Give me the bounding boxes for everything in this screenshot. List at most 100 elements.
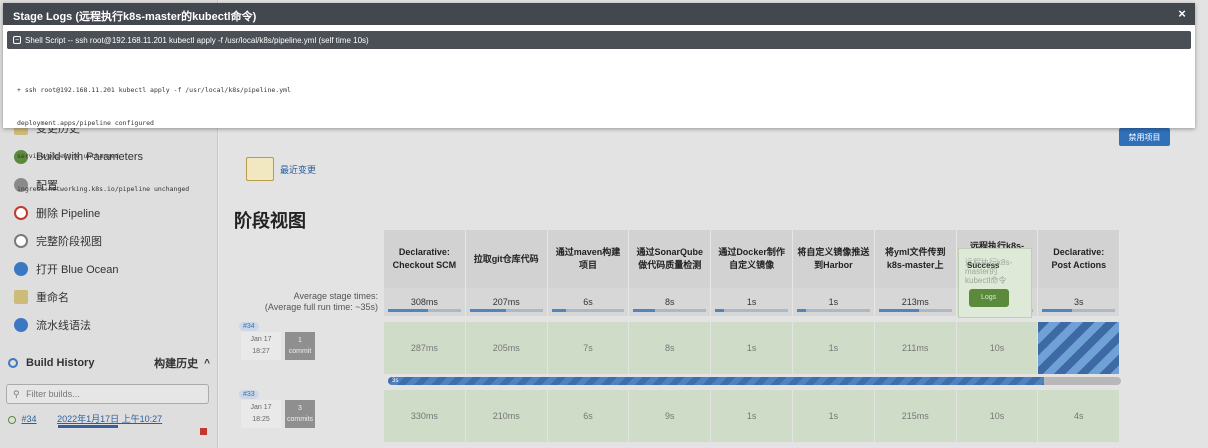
stage-average-time: 1s xyxy=(711,288,793,316)
build-status-icon xyxy=(8,415,16,424)
stage-cell[interactable]: 10s xyxy=(956,390,1039,442)
avg-time-bar xyxy=(388,309,461,312)
avg-time-value: 213ms xyxy=(901,297,929,307)
build-history-header: Build History 构建历史 ^ xyxy=(8,352,210,374)
stage-cell[interactable]: 7s xyxy=(547,322,630,374)
avg-time-bar xyxy=(633,309,707,312)
stage-cell[interactable]: 211ms xyxy=(874,322,957,374)
stage-cell[interactable] xyxy=(1038,322,1121,374)
sidebar-item-label: 完整阶段视图 xyxy=(36,236,102,248)
stage-header: Declarative: Checkout SCM xyxy=(384,230,466,288)
close-icon[interactable]: × xyxy=(1175,7,1189,21)
commit-label: commit xyxy=(288,348,312,355)
stage-logs-modal: Stage Logs (远程执行k8s-master的kubectl命令) × … xyxy=(3,3,1195,193)
avg-time-bar xyxy=(551,309,625,312)
commits-badge[interactable]: 1 commit xyxy=(285,332,315,360)
build-month-day: Jan 17 xyxy=(250,404,272,411)
log-line: deployment.apps/pipeline configured xyxy=(17,119,154,127)
avg-time-value: 308ms xyxy=(410,297,438,307)
stage-cell[interactable]: 1s xyxy=(711,390,793,442)
avg-time-bar xyxy=(878,309,952,312)
stage-cell[interactable]: 1s xyxy=(793,322,875,374)
shell-script-step[interactable]: − Shell Script -- ssh root@192.168.11.20… xyxy=(7,31,1191,49)
stage-cell[interactable]: 10s xyxy=(956,322,1039,374)
history-icon xyxy=(8,358,18,368)
stage-cell[interactable]: 287ms xyxy=(384,322,466,374)
stage-average-time: 1s xyxy=(793,288,875,316)
stage-average-time: 6s xyxy=(547,288,630,316)
build-tag[interactable]: #33 Jan 17 18:25 3 commits xyxy=(239,390,315,430)
avg-label-line1: Average stage times: xyxy=(293,291,378,301)
stage-cell[interactable]: 1s xyxy=(711,322,793,374)
filter-placeholder: Filter builds... xyxy=(26,389,80,399)
console-log: + ssh root@192.168.11.201 kubectl apply … xyxy=(17,63,291,217)
chevron-up-icon[interactable]: ^ xyxy=(204,358,210,369)
commit-count: 3 xyxy=(298,405,302,412)
stage-average-time: 308ms xyxy=(384,288,466,316)
sidebar-item-pipeline-syntax[interactable]: 流水线语法 xyxy=(14,314,91,336)
collapse-icon[interactable]: − xyxy=(13,36,21,44)
stage-header: Declarative: Post Actions xyxy=(1038,230,1121,288)
stage-cell[interactable]: 4s xyxy=(1038,390,1121,442)
log-line: ingress.networking.k8s.io/pipeline uncha… xyxy=(17,185,190,193)
stage-cell[interactable]: 330ms xyxy=(384,390,466,442)
shell-script-label: Shell Script -- ssh root@192.168.11.201 … xyxy=(25,35,369,45)
sidebar-item-label: 流水线语法 xyxy=(36,320,91,332)
build-number[interactable]: #34 xyxy=(239,322,259,331)
stage-header: 通过SonarQube做代码质量检测 xyxy=(629,230,712,288)
build-history-row[interactable]: #34 2022年1月17日 上午10:27 xyxy=(8,412,210,436)
build-number[interactable]: #33 xyxy=(239,390,259,399)
jenkins-pipeline-page: 变更历史 Build with Parameters 配置 删除 Pipelin… xyxy=(0,0,1208,448)
stage-cell[interactable]: 205ms xyxy=(465,322,548,374)
avg-time-value: 8s xyxy=(665,297,675,307)
stage-cell[interactable]: 1s xyxy=(793,390,875,442)
sidebar-item-label: 打开 Blue Ocean xyxy=(36,264,119,276)
stage-header: 将yml文件传到k8s-master上 xyxy=(874,230,957,288)
commit-label: commits xyxy=(286,416,314,423)
search-icon: ⚲ xyxy=(13,389,20,399)
stage-cell[interactable]: 215ms xyxy=(874,390,957,442)
stage-header: 通过maven构建项目 xyxy=(547,230,630,288)
commits-badge[interactable]: 3 commits xyxy=(285,400,315,428)
running-progress-bar: 3s xyxy=(388,377,1121,385)
log-line: + ssh root@192.168.11.201 kubectl apply … xyxy=(17,86,291,94)
stage-average-time: 207ms xyxy=(465,288,548,316)
log-line: service/pipeline unchanged xyxy=(17,152,119,160)
popup-stage-name: kubectl命令 xyxy=(965,276,1007,285)
blue-ocean-icon xyxy=(14,262,28,276)
sidebar-item-full-stage-view[interactable]: 完整阶段视图 xyxy=(14,230,102,252)
logs-button[interactable]: Logs xyxy=(969,289,1009,307)
rename-icon xyxy=(14,290,28,304)
avg-label-line2: (Average full run time: ~35s) xyxy=(264,302,378,312)
build-history-title: Build History xyxy=(26,357,95,369)
avg-time-bar xyxy=(797,309,870,312)
avg-time-bar xyxy=(1042,309,1116,312)
avg-time-value: 1s xyxy=(828,297,839,307)
build-tag[interactable]: #34 Jan 17 18:27 1 commit xyxy=(239,322,315,362)
stage-cell[interactable]: 6s xyxy=(547,390,630,442)
stop-build-icon[interactable] xyxy=(200,428,207,435)
avg-time-bar xyxy=(469,309,543,312)
average-stage-times-label: Average stage times: (Average full run t… xyxy=(234,288,384,316)
build-date: Jan 17 18:25 xyxy=(241,400,281,428)
build-time: 18:25 xyxy=(252,416,270,423)
stage-average-time: 8s xyxy=(629,288,712,316)
stage-cell[interactable]: 9s xyxy=(629,390,712,442)
modal-title: Stage Logs (远程执行k8s-master的kubectl命令) xyxy=(3,3,1195,25)
stage-cell[interactable]: 8s xyxy=(629,322,712,374)
stage-average-time: 213ms xyxy=(874,288,957,316)
stage-header: 通过Docker制作自定义镜像 xyxy=(711,230,793,288)
build-progress-bar xyxy=(58,425,118,428)
avg-time-bar xyxy=(715,309,788,312)
build-date-link[interactable]: 2022年1月17日 上午10:27 xyxy=(57,414,162,424)
build-number-link[interactable]: #34 xyxy=(22,414,37,424)
disable-project-button[interactable]: 禁用项目 xyxy=(1119,128,1170,146)
filter-builds-input[interactable]: ⚲ Filter builds... xyxy=(6,384,209,404)
stage-average-time: 3s xyxy=(1038,288,1121,316)
avg-time-value: 207ms xyxy=(492,297,520,307)
avg-time-value: 3s xyxy=(1074,297,1084,307)
sidebar-item-rename[interactable]: 重命名 xyxy=(14,286,69,308)
sidebar-item-blue-ocean[interactable]: 打开 Blue Ocean xyxy=(14,258,119,280)
search-icon xyxy=(14,234,28,248)
stage-cell[interactable]: 210ms xyxy=(465,390,548,442)
